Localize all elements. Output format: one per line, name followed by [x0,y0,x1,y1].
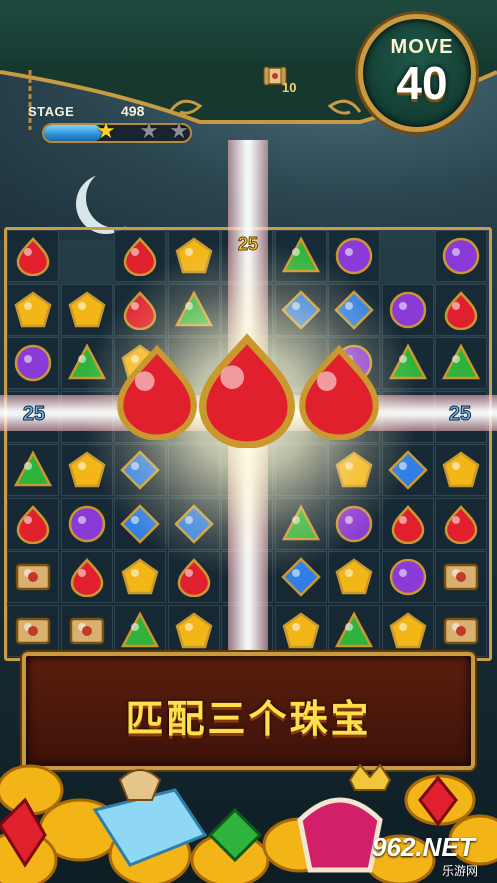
crescent-moon [86,168,146,228]
floating-score-left: 25 [22,403,45,426]
watermark-brand: 962.NET [372,832,475,862]
tagline-text: 匹配三个珠宝 [125,697,372,741]
stage-number: 498 [121,103,145,119]
floating-score-top: 25 [237,234,258,255]
score-progress-fill [44,125,103,141]
move-count: 40 [396,57,448,109]
svg-text:25: 25 [449,403,471,425]
combo-red-drop-gem [188,330,306,452]
star-earned-icon: ★ [96,119,116,144]
stage-label: STAGE [28,104,75,119]
watermark-sub: 乐游网 [442,864,479,878]
star-empty-icon: ★ [169,119,189,144]
svg-text:25: 25 [23,403,45,425]
scroll-goal-count: 10 [282,80,297,95]
svg-text:25: 25 [238,234,258,254]
star-empty-icon: ★ [139,119,159,144]
combo-red-drop-gem [290,342,388,444]
floating-score-right: 25 [448,403,471,426]
